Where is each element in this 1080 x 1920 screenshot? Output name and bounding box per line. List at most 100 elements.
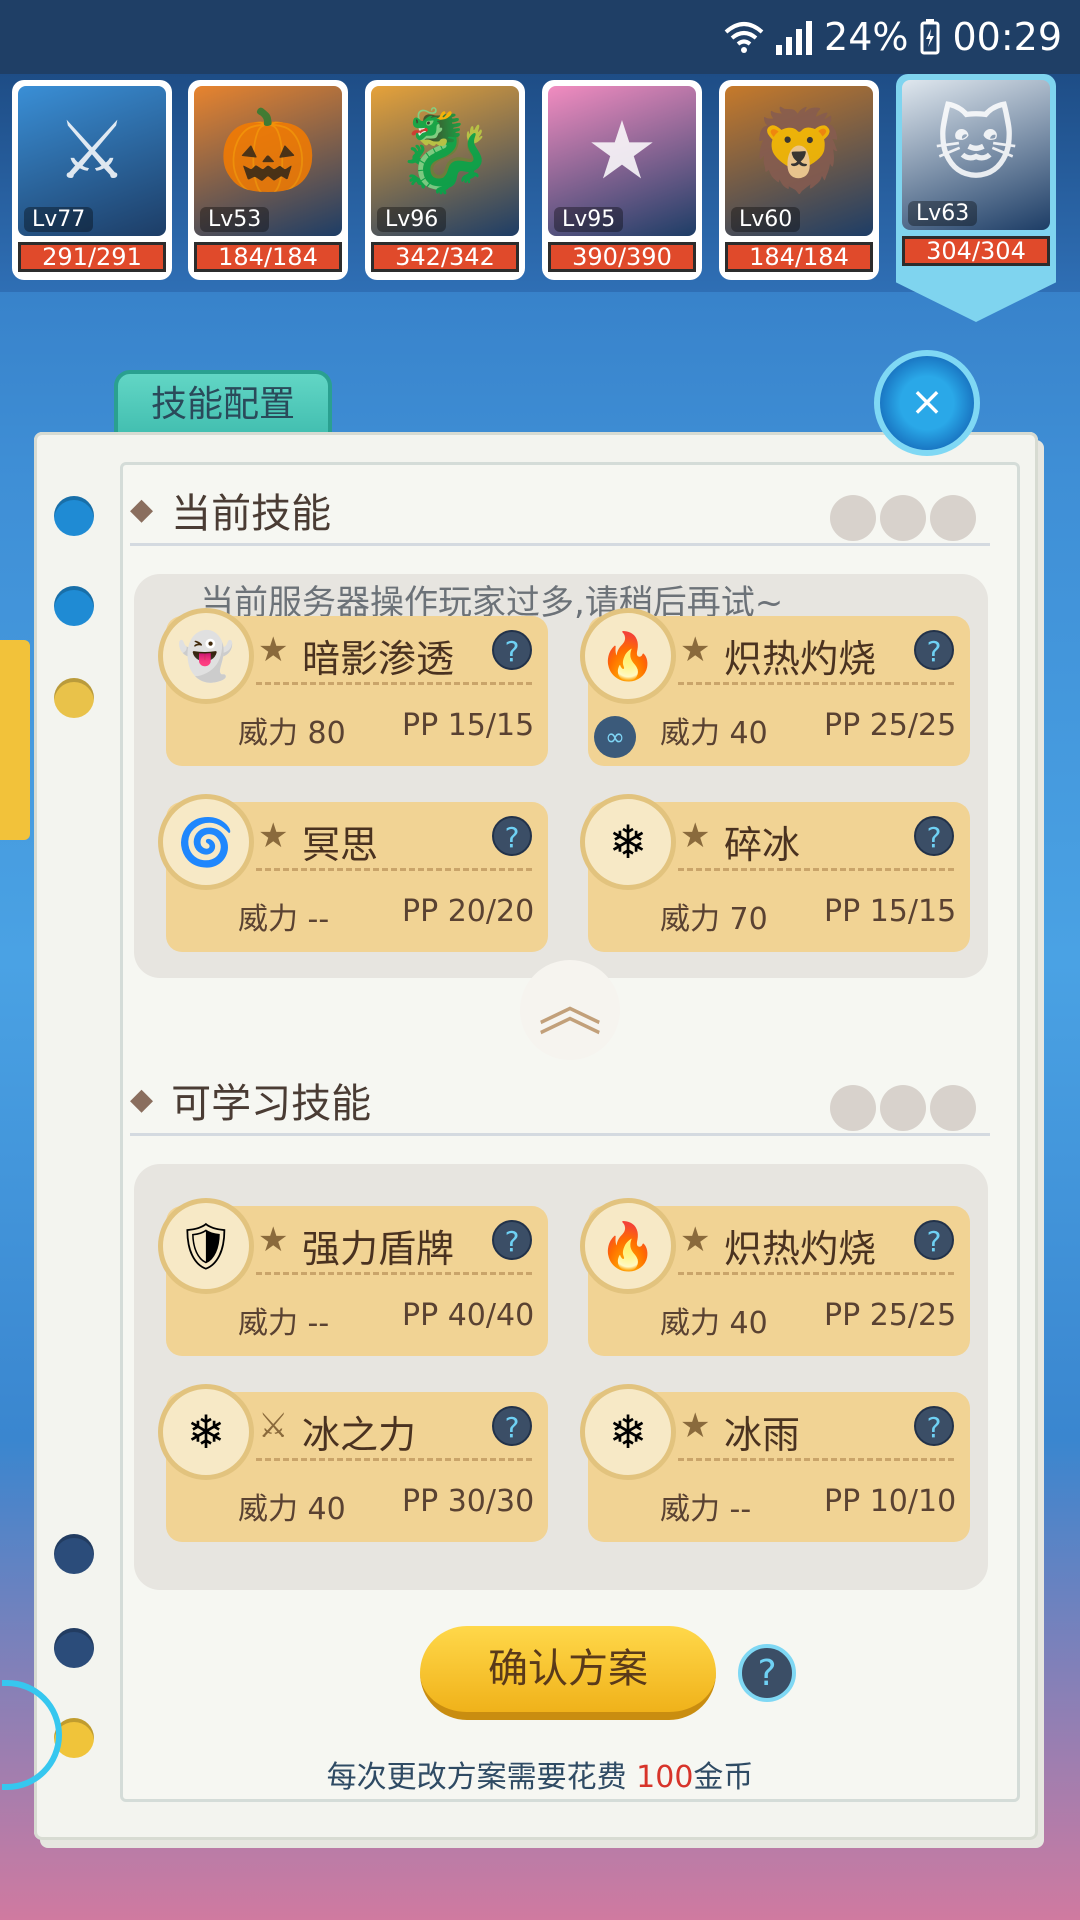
chevron-up-icon: ◆ <box>130 492 154 527</box>
pet-portrait: ⚔ Lv77 <box>18 86 166 236</box>
help-icon[interactable]: ? <box>914 630 954 670</box>
pet-slot[interactable]: 🐉 Lv96 342/342 <box>365 80 525 280</box>
pet-level: Lv95 <box>554 207 624 232</box>
help-icon[interactable]: ? <box>492 630 532 670</box>
pet-hp-bar: 390/390 <box>548 242 696 272</box>
pet-level: Lv63 <box>908 201 978 226</box>
pet-level: Lv60 <box>731 207 801 232</box>
pet-portrait: 🐱 Lv63 <box>902 80 1050 230</box>
skill-card[interactable]: 🔥 ★ 炽热灼烧? 威力 40 PP 25/25 <box>580 1198 970 1356</box>
ghost-icon: 👻 <box>158 608 254 704</box>
pet-portrait: 🐉 Lv96 <box>371 86 519 236</box>
binder-hole <box>54 1534 94 1574</box>
pet-slot[interactable]: 🦁 Lv60 184/184 <box>719 80 879 280</box>
clock: 00:29 <box>952 15 1062 59</box>
skill-power: 威力 70 <box>660 902 768 937</box>
divider <box>678 1272 954 1275</box>
skill-name: 强力盾牌 <box>302 1227 455 1271</box>
divider <box>256 682 532 685</box>
skill-card[interactable]: 🌀 ★ 冥思? 威力 -- PP 20/20 <box>158 794 548 952</box>
skill-pp: PP 25/25 <box>824 1298 957 1333</box>
skill-type-icon: ★ <box>258 816 289 856</box>
skill-power: 威力 -- <box>238 902 330 937</box>
skill-card[interactable]: 🔥 ★ 炽热灼烧? 威力 40 PP 25/25 ∞ <box>580 608 970 766</box>
pet-avatar-icon: 🐉 <box>395 104 495 197</box>
skill-pp: PP 25/25 <box>824 708 957 743</box>
skill-type-icon: ★ <box>680 1220 711 1260</box>
skill-pp: PP 15/15 <box>402 708 535 743</box>
divider <box>256 1458 532 1461</box>
skill-card[interactable]: ❄ ★ 冰雨? 威力 -- PP 10/10 <box>580 1384 970 1542</box>
swirl-icon: 🌀 <box>158 794 254 890</box>
skill-name: 冰之力 <box>302 1413 417 1457</box>
pet-slot[interactable]: 🎃 Lv53 184/184 <box>188 80 348 280</box>
binder-hole <box>54 1628 94 1668</box>
pet-avatar-icon: ⚔ <box>56 104 128 197</box>
pet-hp-bar: 342/342 <box>371 242 519 272</box>
cost-amount: 100 <box>636 1760 694 1795</box>
snowflake-icon: ❄ <box>158 1384 254 1480</box>
confirm-plan-button[interactable]: 确认方案 <box>420 1626 716 1720</box>
skill-name: 炽热灼烧 <box>724 637 877 681</box>
skill-type-icon: ★ <box>680 1406 711 1446</box>
help-icon[interactable]: ? <box>738 1644 796 1702</box>
pet-slot[interactable]: ⚔ Lv77 291/291 <box>12 80 172 280</box>
pet-level: Lv96 <box>377 207 447 232</box>
wifi-icon <box>724 20 764 54</box>
skill-pp: PP 20/20 <box>402 894 535 929</box>
skill-type-icon: ★ <box>680 816 711 856</box>
pet-portrait: 🎃 Lv53 <box>194 86 342 236</box>
side-tab-decoration <box>0 640 30 840</box>
snowflake-icon: ❄ <box>580 794 676 890</box>
battery-percent: 24% <box>824 15 909 59</box>
signal-icon <box>776 19 813 55</box>
fire-icon: 🔥 <box>580 1198 676 1294</box>
divider <box>678 868 954 871</box>
pet-hp-bar: 291/291 <box>18 242 166 272</box>
help-icon[interactable]: ? <box>914 1406 954 1446</box>
pet-avatar-icon: 🐱 <box>934 98 1018 191</box>
divider <box>678 1458 954 1461</box>
battery-icon <box>920 19 940 55</box>
help-icon[interactable]: ? <box>492 1406 532 1446</box>
pet-slot[interactable]: ★ Lv95 390/390 <box>542 80 702 280</box>
skill-card[interactable]: 🛡 ★ 强力盾牌? 威力 -- PP 40/40 <box>158 1198 548 1356</box>
close-button[interactable]: × <box>874 350 980 456</box>
divider <box>678 682 954 685</box>
help-icon[interactable]: ? <box>914 1220 954 1260</box>
skill-type-icon: ★ <box>258 630 289 670</box>
pet-level: Lv53 <box>200 207 270 232</box>
skill-power: 威力 40 <box>660 716 768 751</box>
pet-hp-bar: 184/184 <box>194 242 342 272</box>
help-icon[interactable]: ? <box>492 816 532 856</box>
shield-icon: 🛡 <box>158 1198 254 1294</box>
binder-hole <box>54 678 94 718</box>
fire-icon: 🔥 <box>580 608 676 704</box>
pet-slot[interactable]: 🐱 Lv63 304/304 <box>896 74 1056 322</box>
pet-avatar-icon: 🦁 <box>749 104 849 197</box>
divider <box>256 1272 532 1275</box>
skill-pp: PP 15/15 <box>824 894 957 929</box>
chevron-up-icon: ◆ <box>130 1082 154 1117</box>
help-icon[interactable]: ? <box>492 1220 532 1260</box>
link-icon[interactable]: ∞ <box>594 716 636 758</box>
section-title: 可学习技能 <box>171 1080 372 1127</box>
cat-decoration-icon <box>830 495 976 541</box>
skill-pp: PP 30/30 <box>402 1484 535 1519</box>
status-bar: 24% 00:29 <box>0 0 1080 74</box>
collapse-chevron-button[interactable]: ︽ <box>520 960 620 1060</box>
skill-card[interactable]: ❄ ★ 碎冰? 威力 70 PP 15/15 <box>580 794 970 952</box>
current-skills-header: ◆ 当前技能 <box>130 476 990 546</box>
help-icon[interactable]: ? <box>914 816 954 856</box>
section-title: 当前技能 <box>171 490 332 537</box>
snowflake-icon: ❄ <box>580 1384 676 1480</box>
skill-power: 威力 -- <box>238 1306 330 1341</box>
skill-card[interactable]: ❄ ⚔ 冰之力? 威力 40 PP 30/30 <box>158 1384 548 1542</box>
skill-power: 威力 80 <box>238 716 346 751</box>
skill-name: 冰雨 <box>724 1413 801 1457</box>
skill-power: 威力 40 <box>238 1492 346 1527</box>
skill-name: 炽热灼烧 <box>724 1227 877 1271</box>
panel-tab-label: 技能配置 <box>114 370 332 440</box>
pet-hp-bar: 184/184 <box>725 242 873 272</box>
skill-card[interactable]: 👻 ★ 暗影渗透? 威力 80 PP 15/15 <box>158 608 548 766</box>
